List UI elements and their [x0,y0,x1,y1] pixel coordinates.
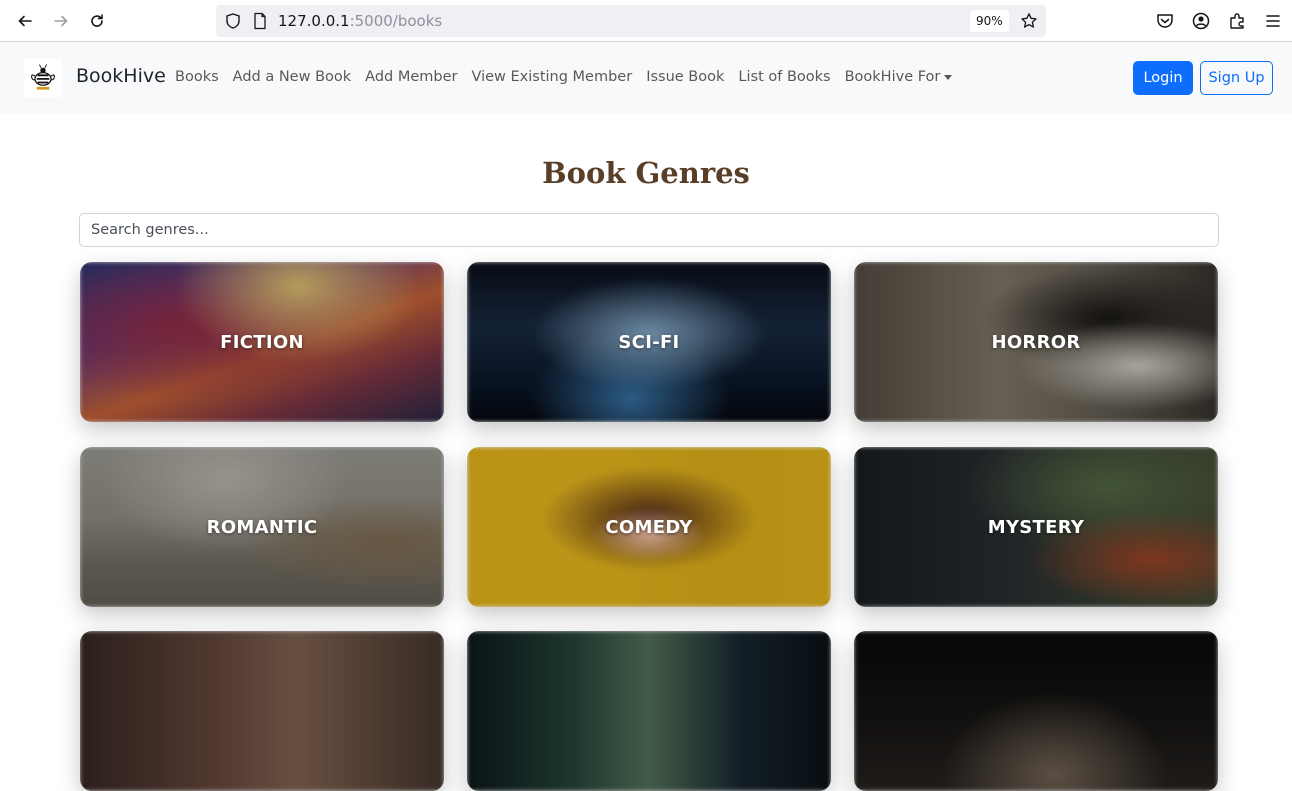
genre-label: HORROR [991,331,1081,353]
url-path: :5000/books [349,12,443,30]
browser-toolbar: 127.0.0.1:5000/books 90% [0,0,1292,42]
extensions-icon[interactable] [1227,11,1247,31]
genre-card-row3-1[interactable] [80,631,444,791]
signup-button[interactable]: Sign Up [1200,61,1273,95]
zoom-level[interactable]: 90% [970,10,1009,32]
address-bar[interactable]: 127.0.0.1:5000/books 90% [216,5,1046,37]
app-navbar: BookHive Books Add a New Book Add Member… [0,42,1292,114]
nav-link-add-book[interactable]: Add a New Book [233,69,352,85]
genre-card-horror[interactable]: HORROR [854,262,1218,422]
url-host: 127.0.0.1 [278,12,350,30]
genre-card-mystery[interactable]: MYSTERY [854,447,1218,607]
url-text: 127.0.0.1:5000/books [278,12,442,30]
reload-icon[interactable] [84,8,110,34]
login-button[interactable]: Login [1133,61,1193,95]
page-icon [254,12,266,30]
forward-icon[interactable] [48,8,74,34]
genre-label: ROMANTIC [206,516,318,538]
genre-card-romantic[interactable]: ROMANTIC [80,447,444,607]
nav-dropdown-label: BookHive For [844,69,941,85]
genre-card-comedy[interactable]: COMEDY [467,447,831,607]
back-icon[interactable] [12,8,38,34]
genre-card-sci-fi[interactable]: SCI-FI [467,262,831,422]
caret-down-icon [944,74,953,80]
menu-icon[interactable] [1263,11,1283,31]
genre-label: MYSTERY [987,516,1085,538]
card-overlay [854,631,1218,791]
genre-card-row3-3[interactable] [854,631,1218,791]
nav-dropdown-bookhive-for[interactable]: BookHive For [845,69,953,85]
nav-links: Books Add a New Book Add Member View Exi… [175,69,953,85]
card-overlay [467,631,831,791]
nav-link-books[interactable]: Books [175,69,219,85]
bookmark-star-icon[interactable] [1020,12,1038,30]
genre-label: SCI-FI [618,331,680,353]
account-icon[interactable] [1191,11,1211,31]
page-title: Book Genres [542,156,750,190]
bookhive-logo[interactable] [24,59,62,97]
genre-label: FICTION [220,331,304,353]
genre-label: COMEDY [605,516,693,538]
genre-search-input[interactable] [79,213,1219,247]
nav-link-list-books[interactable]: List of Books [738,69,830,85]
nav-link-issue-book[interactable]: Issue Book [646,69,724,85]
genre-card-row3-2[interactable] [467,631,831,791]
card-overlay [80,631,444,791]
pocket-icon[interactable] [1155,11,1175,31]
nav-link-view-member[interactable]: View Existing Member [471,69,632,85]
genre-card-fiction[interactable]: FICTION [80,262,444,422]
brand-name[interactable]: BookHive [76,65,166,87]
shield-icon[interactable] [224,12,242,30]
nav-link-add-member[interactable]: Add Member [365,69,457,85]
